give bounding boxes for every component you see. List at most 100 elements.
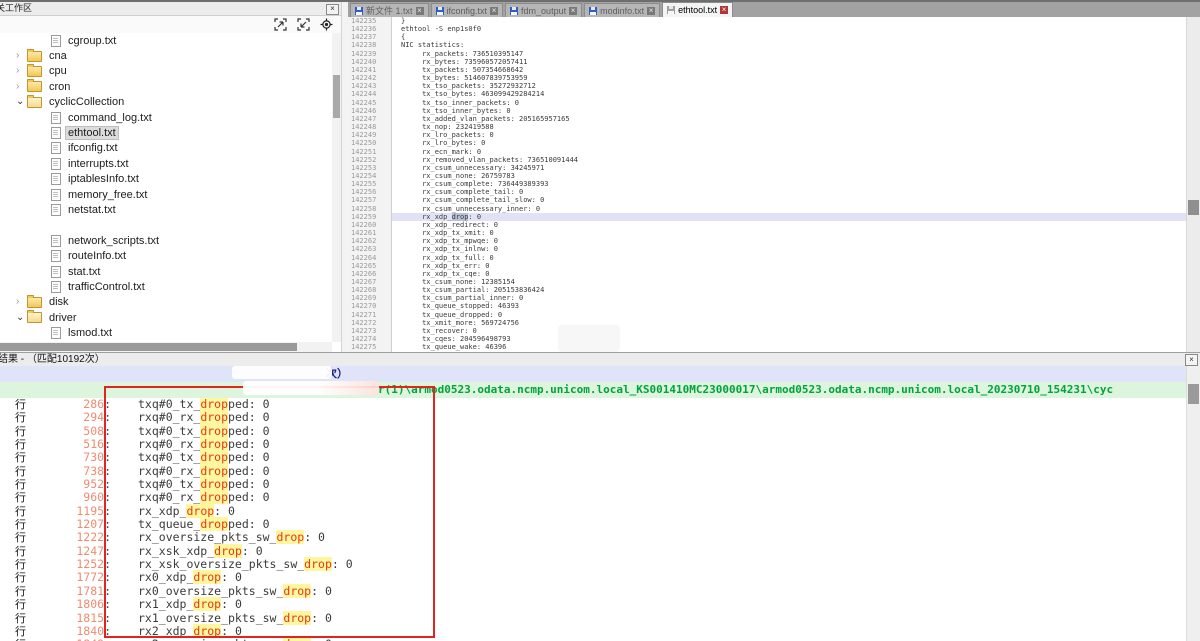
tree-item[interactable]: cyclicCollection [0,95,332,110]
collapse-all-icon[interactable] [297,18,310,31]
line-number: 142242 [348,74,391,82]
line-text: tx_tso_bytes: 463099429284214 [391,90,544,98]
line-text: tx_tso_packets: 35272932712 [391,82,536,90]
tree-horizontal-scrollbar[interactable] [0,342,332,352]
results-title: 结果 - （匹配10192次） [0,353,105,366]
editor-text-area[interactable]: 142235 } 142236 ethtool -S enp1s0f0 1422… [348,17,1187,352]
tree-item[interactable]: cgroup.txt [0,33,332,48]
tree-item[interactable]: lsmod.txt [0,325,332,340]
results-header: 结果 - （匹配10192次） × [0,353,1200,366]
line-text: tx_nop: 232419588 [391,123,494,131]
row-line-prefix: 行 [0,585,49,598]
editor-tab[interactable]: fdm_output [505,3,582,17]
row-line-prefix: 行 [0,558,49,571]
line-number: 142261 [348,229,391,237]
editor-vertical-scrollbar[interactable] [1186,17,1200,352]
editor-line: 142240 rx_bytes: 735960572057411 [348,58,1187,66]
line-text: tx_xmit_more: 569724756 [391,319,519,327]
tree-item[interactable]: memory_free.txt [0,187,332,202]
tree-item[interactable]: disk [0,295,332,310]
locate-file-icon[interactable] [320,18,333,31]
line-text: tx_csum_none: 12385154 [391,278,515,286]
tree-item-label: stat.txt [66,266,102,278]
row-line-number: 1815 [49,612,111,625]
tree-item[interactable]: routeInfo.txt [0,248,332,263]
tree-item-label: routeInfo.txt [66,250,128,262]
line-text: NIC statistics: [391,41,464,49]
close-icon[interactable]: × [1185,354,1198,366]
row-line-number: 730 [49,451,111,464]
folder-icon [27,97,42,108]
line-number: 142258 [348,205,391,213]
chevron-icon[interactable] [16,66,27,76]
tree-item[interactable]: stat.txt [0,264,332,279]
scrollbar-thumb[interactable] [1188,200,1199,215]
editor-line: 142275 tx_queue_wake: 46396 [348,343,1187,351]
expand-all-icon[interactable] [274,18,287,31]
chevron-icon[interactable] [16,297,27,307]
line-text: rx_xdp_tx_cqe: 0 [391,270,490,278]
editor-line: 142244 tx_tso_bytes: 463099429284214 [348,90,1187,98]
line-text: tx_recover: 0 [391,327,477,335]
editor-tab[interactable]: ethtool.txt [662,2,733,17]
workspace-title: 关工作区 [0,2,32,15]
close-icon[interactable] [720,6,728,14]
editor-line: 142259 rx_xdp_drop: 0 [348,213,1187,221]
tree-item[interactable]: command_log.txt [0,110,332,125]
line-text: rx_csum_complete_tail: 0 [391,188,523,196]
editor-line: 142258 rx_csum_unnecessary_inner: 0 [348,205,1187,213]
line-text: rx_ecn_mark: 0 [391,148,481,156]
results-vertical-scrollbar[interactable] [1186,366,1200,641]
line-text: rx_xdp_tx_mpwqe: 0 [391,237,498,245]
line-number: 142241 [348,66,391,74]
close-icon[interactable] [490,7,498,15]
line-number: 142260 [348,221,391,229]
tree-item[interactable]: cron [0,79,332,94]
tab-label: ifconfig.txt [447,6,488,16]
editor-line: 142272 tx_xmit_more: 569724756 [348,319,1187,327]
editor-tab[interactable]: ifconfig.txt [431,3,504,17]
close-icon[interactable] [416,7,424,15]
line-number: 142250 [348,139,391,147]
folder-icon [27,66,42,77]
editor-tab[interactable]: modinfo.txt [584,3,660,17]
line-number: 142249 [348,131,391,139]
line-number: 142266 [348,270,391,278]
tree-item[interactable]: cpu [0,64,332,79]
row-line-prefix: 行 [0,411,49,424]
chevron-icon[interactable] [16,82,27,92]
line-number: 142243 [348,82,391,90]
tree-item[interactable]: cna [0,48,332,63]
chevron-icon[interactable] [16,97,27,107]
chevron-icon[interactable] [16,313,27,323]
close-icon[interactable] [647,7,655,15]
tree-item[interactable]: netstat.txt [0,202,332,217]
tree-item-label: ethtool.txt [66,127,118,139]
close-icon[interactable]: × [326,4,339,15]
row-line-number: 516 [49,438,111,451]
tree-item[interactable]: interrupts.txt [0,156,332,171]
editor-line: 142265 rx_xdp_tx_err: 0 [348,262,1187,270]
editor-tab[interactable]: 新文件 1.txt [350,3,429,17]
scrollbar-thumb[interactable] [333,75,340,118]
tree-item[interactable]: trafficControl.txt [0,279,332,294]
tree-item[interactable]: network_scripts.txt [0,233,332,248]
editor-line: 142267 tx_csum_none: 12385154 [348,278,1187,286]
row-line-number: 286 [49,398,111,411]
tree-item[interactable]: ifconfig.txt [0,141,332,156]
tree-item[interactable]: driver [0,310,332,325]
scrollbar-thumb[interactable] [0,343,297,351]
tree-item[interactable]: ethtool.txt [0,125,332,140]
line-number: 142273 [348,327,391,335]
tree-item[interactable]: iptablesInfo.txt [0,172,332,187]
chevron-icon[interactable] [16,51,27,61]
tree-vertical-scrollbar[interactable] [332,33,341,342]
close-icon[interactable] [569,7,577,15]
row-line-number: 1195 [49,505,111,518]
row-line-number: 508 [49,425,111,438]
scrollbar-thumb[interactable] [1188,384,1199,404]
row-line-prefix: 行 [0,398,49,411]
editor-line: 142262 rx_xdp_tx_mpwqe: 0 [348,237,1187,245]
line-number: 142237 [348,33,391,41]
workspace-panel: 关工作区 × cg [0,2,341,352]
